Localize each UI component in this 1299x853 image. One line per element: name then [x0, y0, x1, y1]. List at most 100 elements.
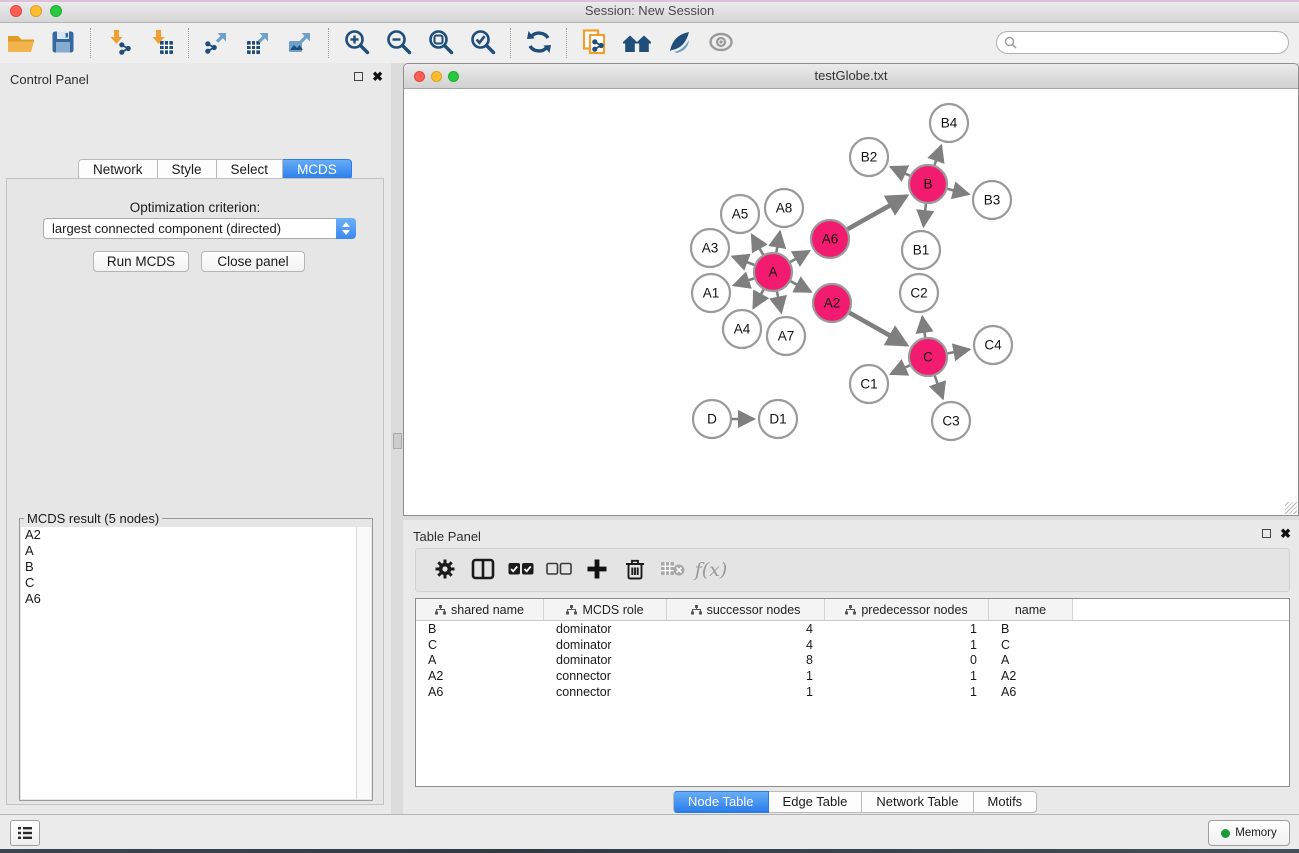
cyndex-home-button[interactable]: [621, 28, 653, 58]
float-panel-icon[interactable]: [354, 72, 363, 81]
edge-B-B4[interactable]: [935, 146, 942, 165]
export-network-button[interactable]: [201, 28, 233, 58]
save-session-button[interactable]: [47, 28, 79, 58]
edge-A-A7[interactable]: [777, 292, 781, 313]
edge-A2-C[interactable]: [849, 313, 906, 345]
close-table-panel-icon[interactable]: ✖: [1280, 529, 1291, 538]
column-header-predecessor-nodes[interactable]: predecessor nodes: [825, 599, 989, 620]
run-mcds-button[interactable]: Run MCDS: [93, 251, 189, 272]
table-row[interactable]: Cdominator41C: [416, 637, 1289, 653]
edge-C-C2[interactable]: [922, 317, 925, 337]
column-header-name[interactable]: name: [989, 599, 1073, 620]
table-cell[interactable]: 1: [825, 685, 989, 699]
node-A6[interactable]: A6: [811, 220, 849, 258]
toggle-graphics-details-button[interactable]: [663, 28, 695, 58]
tab-network[interactable]: Network: [78, 159, 158, 180]
node-C[interactable]: C: [909, 338, 947, 376]
table-cell[interactable]: dominator: [544, 622, 667, 636]
node-D[interactable]: D: [693, 400, 731, 438]
close-panel-button[interactable]: Close panel: [201, 251, 305, 272]
edge-A6-B[interactable]: [847, 196, 906, 229]
node-B1[interactable]: B1: [902, 231, 940, 269]
table-cell[interactable]: A6: [416, 685, 544, 699]
table-row[interactable]: Bdominator41B: [416, 621, 1289, 637]
zoom-selected-button[interactable]: [467, 28, 499, 58]
table-cell[interactable]: 4: [667, 622, 825, 636]
edge-A-A6[interactable]: [790, 251, 809, 262]
edge-B-B1[interactable]: [924, 204, 926, 226]
table-cell[interactable]: 4: [667, 638, 825, 652]
table-cell[interactable]: C: [989, 638, 1073, 652]
close-panel-icon[interactable]: ✖: [372, 72, 383, 81]
table-cell[interactable]: 1: [667, 669, 825, 683]
node-A4[interactable]: A4: [723, 310, 761, 348]
node-C4[interactable]: C4: [974, 326, 1012, 364]
search-box[interactable]: [996, 31, 1289, 54]
tab-edge-table[interactable]: Edge Table: [769, 791, 863, 813]
edge-A-A3[interactable]: [732, 257, 754, 265]
network-document-button[interactable]: [579, 28, 611, 58]
table-cell[interactable]: 8: [667, 653, 825, 667]
node-A8[interactable]: A8: [765, 189, 803, 227]
edge-A-A5[interactable]: [752, 235, 763, 255]
table-cell[interactable]: A2: [989, 669, 1073, 683]
zoom-in-button[interactable]: [341, 28, 373, 58]
table-row[interactable]: A2connector11A2: [416, 668, 1289, 684]
result-scrollbar[interactable]: [356, 527, 371, 799]
resize-grip-icon[interactable]: [1285, 502, 1297, 514]
table-cell[interactable]: B: [989, 622, 1073, 636]
table-cell[interactable]: dominator: [544, 638, 667, 652]
zoom-fit-button[interactable]: [425, 28, 457, 58]
node-D1[interactable]: D1: [759, 400, 797, 438]
table-cell[interactable]: A: [989, 653, 1073, 667]
table-cell[interactable]: A: [416, 653, 544, 667]
table-cell[interactable]: connector: [544, 685, 667, 699]
node-A7[interactable]: A7: [767, 317, 805, 355]
deselect-all-columns-button[interactable]: [542, 554, 576, 586]
refresh-layout-button[interactable]: [523, 28, 555, 58]
table-cell[interactable]: A6: [989, 685, 1073, 699]
node-A[interactable]: A: [754, 253, 792, 291]
edge-C-C1[interactable]: [891, 365, 910, 374]
table-cell[interactable]: A2: [416, 669, 544, 683]
node-C1[interactable]: C1: [850, 365, 888, 403]
zoom-out-button[interactable]: [383, 28, 415, 58]
node-A3[interactable]: A3: [691, 229, 729, 267]
tab-select[interactable]: Select: [217, 159, 284, 180]
export-table-button[interactable]: [243, 28, 275, 58]
edge-C-C4[interactable]: [948, 349, 970, 353]
node-B3[interactable]: B3: [973, 181, 1011, 219]
table-settings-button[interactable]: [428, 554, 462, 586]
edge-A-A8[interactable]: [776, 232, 780, 253]
table-cell[interactable]: 1: [825, 669, 989, 683]
edge-A-A1[interactable]: [734, 278, 754, 285]
export-image-button[interactable]: [285, 28, 317, 58]
table-cell[interactable]: dominator: [544, 653, 667, 667]
table-cell[interactable]: 1: [825, 638, 989, 652]
table-cell[interactable]: 0: [825, 653, 989, 667]
node-A2[interactable]: A2: [813, 284, 851, 322]
tab-node-table[interactable]: Node Table: [673, 791, 769, 813]
memory-button[interactable]: Memory: [1208, 820, 1290, 846]
table-cell[interactable]: connector: [544, 669, 667, 683]
table-cell[interactable]: 1: [667, 685, 825, 699]
search-input[interactable]: [1017, 35, 1288, 51]
optimization-criterion-dropdown[interactable]: largest connected component (directed): [43, 218, 356, 239]
import-table-button[interactable]: [145, 28, 177, 58]
node-A5[interactable]: A5: [721, 195, 759, 233]
column-header-MCDS-role[interactable]: MCDS role: [544, 599, 667, 620]
edge-B-B2[interactable]: [891, 167, 910, 176]
node-B[interactable]: B: [909, 165, 947, 203]
add-column-button[interactable]: [580, 554, 614, 586]
tab-network-table[interactable]: Network Table: [862, 791, 973, 813]
node-B2[interactable]: B2: [850, 138, 888, 176]
tab-motifs[interactable]: Motifs: [974, 791, 1038, 813]
edge-A-A4[interactable]: [753, 290, 763, 308]
float-table-panel-icon[interactable]: [1262, 529, 1271, 538]
delete-column-button[interactable]: [618, 554, 652, 586]
task-history-button[interactable]: [10, 820, 40, 846]
mcds-result-list[interactable]: A2ABCA6: [21, 527, 357, 799]
network-canvas[interactable]: AA1A3A5A8A4A7A6A2BB1B2B3B4CC1C2C3C4DD1: [405, 89, 1297, 514]
open-session-button[interactable]: [5, 28, 37, 58]
edge-B-B3[interactable]: [947, 189, 968, 194]
